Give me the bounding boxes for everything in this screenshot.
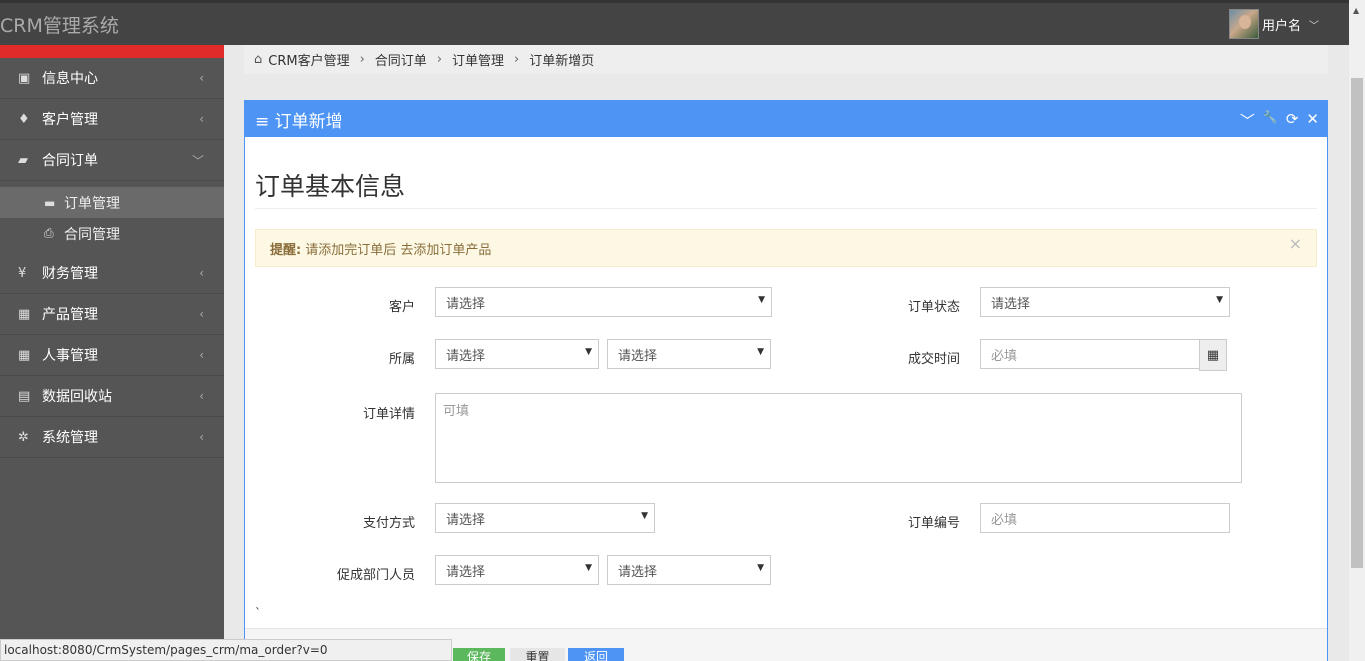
folder-icon: ▬ [44, 195, 56, 210]
alert-label: 提醒: [270, 242, 302, 258]
refresh-icon[interactable]: ⟳ [1286, 110, 1299, 131]
sidebar-item-contract-order[interactable]: ▰ 合同订单 ﹀ [0, 140, 224, 181]
sidebar-item-label: 客户管理 [42, 112, 98, 128]
breadcrumb-item-current: 订单新增页 [529, 54, 595, 69]
order-add-panel: ≡ 订单新增 ﹀ 🔧 ⟳ ✕ 订单基本信息 提醒: 请添加完订单后 去添加订单产… [244, 100, 1328, 661]
browser-status-bar: localhost:8080/CrmSystem/pages_crm/ma_or… [0, 639, 452, 661]
deal-time-label: 成交时间 [907, 352, 960, 367]
detail-label: 订单详情 [362, 407, 415, 422]
sidebar-item-label: 产品管理 [42, 307, 98, 323]
person-icon: ♦ [18, 111, 30, 127]
breadcrumb-separator-icon: › [514, 52, 520, 67]
save-button[interactable]: 保存 [453, 648, 505, 661]
avatar[interactable] [1228, 9, 1259, 39]
stray-mark: ` [255, 606, 261, 620]
order-no-label: 订单编号 [907, 516, 960, 531]
customer-label: 客户 [388, 300, 415, 315]
breadcrumb-separator-icon: › [359, 52, 365, 67]
yen-icon: ¥ [18, 265, 27, 281]
order-no-input[interactable]: 必填 [980, 503, 1230, 533]
username[interactable]: 用户名 [1262, 15, 1301, 34]
trash-icon: ▤ [18, 388, 31, 404]
promoter-label: 促成部门人员 [336, 568, 415, 583]
reset-button[interactable]: 重置 [510, 648, 565, 661]
chevron-left-icon: ‹ [199, 307, 204, 321]
belong-select-2[interactable]: 请选择 [607, 339, 771, 369]
detail-textarea[interactable]: 可填 [435, 393, 1242, 483]
order-status-select[interactable]: 请选择 [980, 287, 1230, 317]
chevron-down-icon[interactable]: ﹀ [1309, 17, 1319, 32]
sidebar: ▣ 信息中心 ‹ ♦ 客户管理 ‹ ▰ 合同订单 ﹀ ▬ 订单管理 ⎙ 合同管理… [0, 45, 224, 661]
chevron-left-icon: ‹ [199, 266, 204, 280]
sidebar-subitem-order-manage[interactable]: ▬ 订单管理 [0, 187, 224, 218]
sidebar-item-label: 财务管理 [42, 266, 98, 282]
book-icon: ▰ [18, 152, 28, 168]
sidebar-item-label: 系统管理 [42, 430, 98, 446]
sidebar-item-info-center[interactable]: ▣ 信息中心 ‹ [0, 58, 224, 99]
scrollbar[interactable]: ▲ [1349, 0, 1365, 661]
back-button[interactable]: 返回 [568, 648, 624, 661]
panel-tools: ﹀ 🔧 ⟳ ✕ [1240, 110, 1319, 131]
gear-icon: ✲ [18, 429, 29, 445]
chevron-left-icon: ‹ [199, 430, 204, 444]
close-icon[interactable]: × [1289, 234, 1302, 253]
table-icon: ▦ [18, 306, 31, 322]
calendar-icon[interactable]: ▦ [1199, 339, 1227, 371]
payment-label: 支付方式 [362, 516, 415, 531]
chevron-left-icon: ‹ [199, 389, 204, 403]
customer-select[interactable]: 请选择 [435, 287, 772, 317]
wrench-icon[interactable]: 🔧 [1263, 110, 1278, 131]
sidebar-item-recycle[interactable]: ▤ 数据回收站 ‹ [0, 376, 224, 417]
alert-text: 请添加完订单后 去添加订单产品 [305, 242, 492, 258]
breadcrumb-separator-icon: › [436, 52, 443, 67]
sidebar-item-label: 数据回收站 [42, 389, 112, 405]
scroll-up-icon[interactable]: ▲ [1353, 6, 1359, 15]
sidebar-item-system[interactable]: ✲ 系统管理 ‹ [0, 417, 224, 458]
panel-title: ≡ 订单新增 [255, 111, 343, 132]
chevron-left-icon: ‹ [199, 71, 204, 85]
printer-icon: ⎙ [44, 226, 54, 240]
close-icon[interactable]: ✕ [1306, 110, 1319, 131]
promoter-select-2[interactable]: 请选择 [607, 555, 771, 585]
sidebar-subitem-label: 订单管理 [64, 195, 120, 212]
sidebar-item-customer[interactable]: ♦ 客户管理 ‹ [0, 99, 224, 140]
breadcrumb: ⌂ CRM客户管理 › 合同订单 › 订单管理 › 订单新增页 [244, 45, 1328, 74]
sidebar-subitem-label: 合同管理 [64, 226, 120, 243]
payment-select[interactable]: 请选择 [435, 503, 655, 533]
chevron-left-icon: ‹ [199, 348, 204, 362]
sidebar-item-product[interactable]: ▦ 产品管理 ‹ [0, 294, 224, 335]
sidebar-accent-bar [0, 45, 224, 58]
chevron-down-icon: ﹀ [191, 153, 204, 168]
table-icon: ▦ [18, 347, 31, 363]
collapse-icon[interactable]: ﹀ [1240, 110, 1255, 131]
breadcrumb-item[interactable]: 合同订单 [375, 50, 427, 69]
divider [255, 208, 1317, 209]
sidebar-submenu: ▬ 订单管理 ⎙ 合同管理 [0, 181, 224, 253]
breadcrumb-item[interactable]: CRM客户管理 [268, 50, 349, 69]
breadcrumb-item[interactable]: 订单管理 [452, 50, 504, 69]
belong-select-1[interactable]: 请选择 [435, 339, 599, 369]
sidebar-item-label: 合同订单 [42, 153, 98, 169]
promoter-select-1[interactable]: 请选择 [435, 555, 599, 585]
sidebar-item-hr[interactable]: ▦ 人事管理 ‹ [0, 335, 224, 376]
order-status-label: 订单状态 [907, 300, 960, 315]
top-bar: CRM管理系统 用户名 ﹀ [0, 0, 1349, 45]
home-icon[interactable]: ⌂ [254, 52, 262, 67]
belong-label: 所属 [388, 352, 415, 367]
sidebar-item-label: 人事管理 [42, 348, 98, 364]
deal-time-input[interactable]: 必填 [980, 339, 1200, 369]
chevron-left-icon: ‹ [199, 112, 204, 126]
status-url: localhost:8080/CrmSystem/pages_crm/ma_or… [4, 643, 328, 657]
alert-reminder: 提醒: 请添加完订单后 去添加订单产品 × [255, 229, 1317, 267]
app-title: CRM管理系统 [0, 15, 119, 37]
sidebar-item-finance[interactable]: ¥ 财务管理 ‹ [0, 253, 224, 294]
panel-header: ≡ 订单新增 ﹀ 🔧 ⟳ ✕ [245, 101, 1327, 137]
scrollbar-thumb[interactable] [1351, 78, 1363, 568]
sidebar-item-label: 信息中心 [42, 71, 98, 87]
user-menu[interactable]: 用户名 ﹀ [1228, 9, 1319, 39]
sidebar-subitem-contract-manage[interactable]: ⎙ 合同管理 [0, 218, 224, 249]
dashboard-icon: ▣ [18, 70, 31, 86]
section-title: 订单基本信息 [255, 172, 406, 201]
